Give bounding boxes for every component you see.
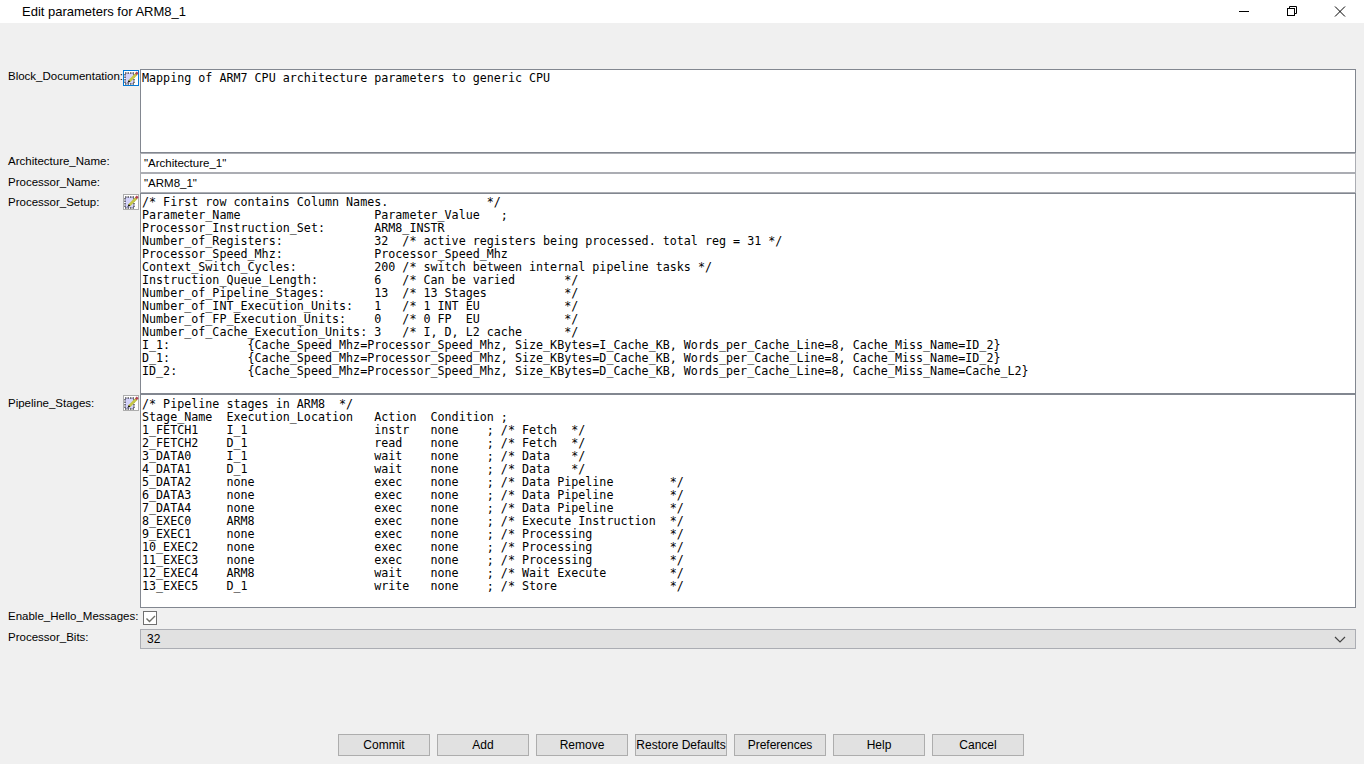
processor-bits-combobox[interactable]: 32 xyxy=(140,629,1356,649)
processor-setup-edit-button[interactable] xyxy=(123,194,139,210)
edit-parameters-dialog: Edit parameters for ARM8_1 Block_Documen… xyxy=(0,0,1364,764)
window-title: Edit parameters for ARM8_1 xyxy=(22,5,186,18)
remove-button[interactable]: Remove xyxy=(536,734,628,756)
restore-defaults-button[interactable]: Restore Defaults xyxy=(635,734,727,756)
edit-note-icon xyxy=(124,396,139,411)
architecture-name-label: Architecture_Name: xyxy=(8,154,110,168)
pipeline-stages-label: Pipeline_Stages: xyxy=(8,396,94,410)
titlebar: Edit parameters for ARM8_1 xyxy=(0,0,1364,23)
edit-note-icon xyxy=(124,71,139,86)
close-button[interactable] xyxy=(1318,0,1364,23)
block-documentation-textarea[interactable]: Mapping of ARM7 CPU architecture paramet… xyxy=(140,69,1356,153)
processor-setup-textarea[interactable]: /* First row contains Column Names. */ P… xyxy=(140,193,1356,394)
add-button[interactable]: Add xyxy=(437,734,529,756)
pipeline-stages-textarea[interactable]: /* Pipeline stages in ARM8 */ Stage_Name… xyxy=(140,394,1356,608)
checkmark-icon xyxy=(144,613,158,625)
preferences-button[interactable]: Preferences xyxy=(734,734,826,756)
enable-hello-messages-checkbox[interactable] xyxy=(143,611,157,625)
block-documentation-label: Block_Documentation: xyxy=(8,69,123,83)
block-documentation-text: Mapping of ARM7 CPU architecture paramet… xyxy=(141,70,1355,85)
help-button[interactable]: Help xyxy=(833,734,925,756)
processor-setup-text: /* First row contains Column Names. */ P… xyxy=(141,194,1355,378)
pipeline-stages-text: /* Pipeline stages in ARM8 */ Stage_Name… xyxy=(141,395,1355,593)
processor-name-label: Processor_Name: xyxy=(8,175,100,189)
restore-button[interactable] xyxy=(1272,0,1318,23)
edit-note-icon xyxy=(124,195,139,210)
architecture-name-input[interactable]: "Architecture_1" xyxy=(140,153,1356,173)
processor-setup-label: Processor_Setup: xyxy=(8,195,99,209)
close-icon xyxy=(1318,0,1364,23)
processor-name-input[interactable]: "ARM8_1" xyxy=(140,173,1356,193)
cancel-button[interactable]: Cancel xyxy=(932,734,1024,756)
processor-bits-value: 32 xyxy=(147,632,160,646)
processor-bits-label: Processor_Bits: xyxy=(8,630,89,644)
pipeline-stages-edit-button[interactable] xyxy=(123,395,139,411)
enable-hello-messages-label: Enable_Hello_Messages: xyxy=(8,609,138,623)
minimize-button[interactable] xyxy=(1226,0,1272,23)
chevron-down-icon xyxy=(1334,636,1346,643)
minimize-icon xyxy=(1226,0,1272,23)
commit-button[interactable]: Commit xyxy=(338,734,430,756)
block-documentation-edit-button[interactable] xyxy=(123,70,139,86)
restore-icon xyxy=(1272,0,1318,23)
